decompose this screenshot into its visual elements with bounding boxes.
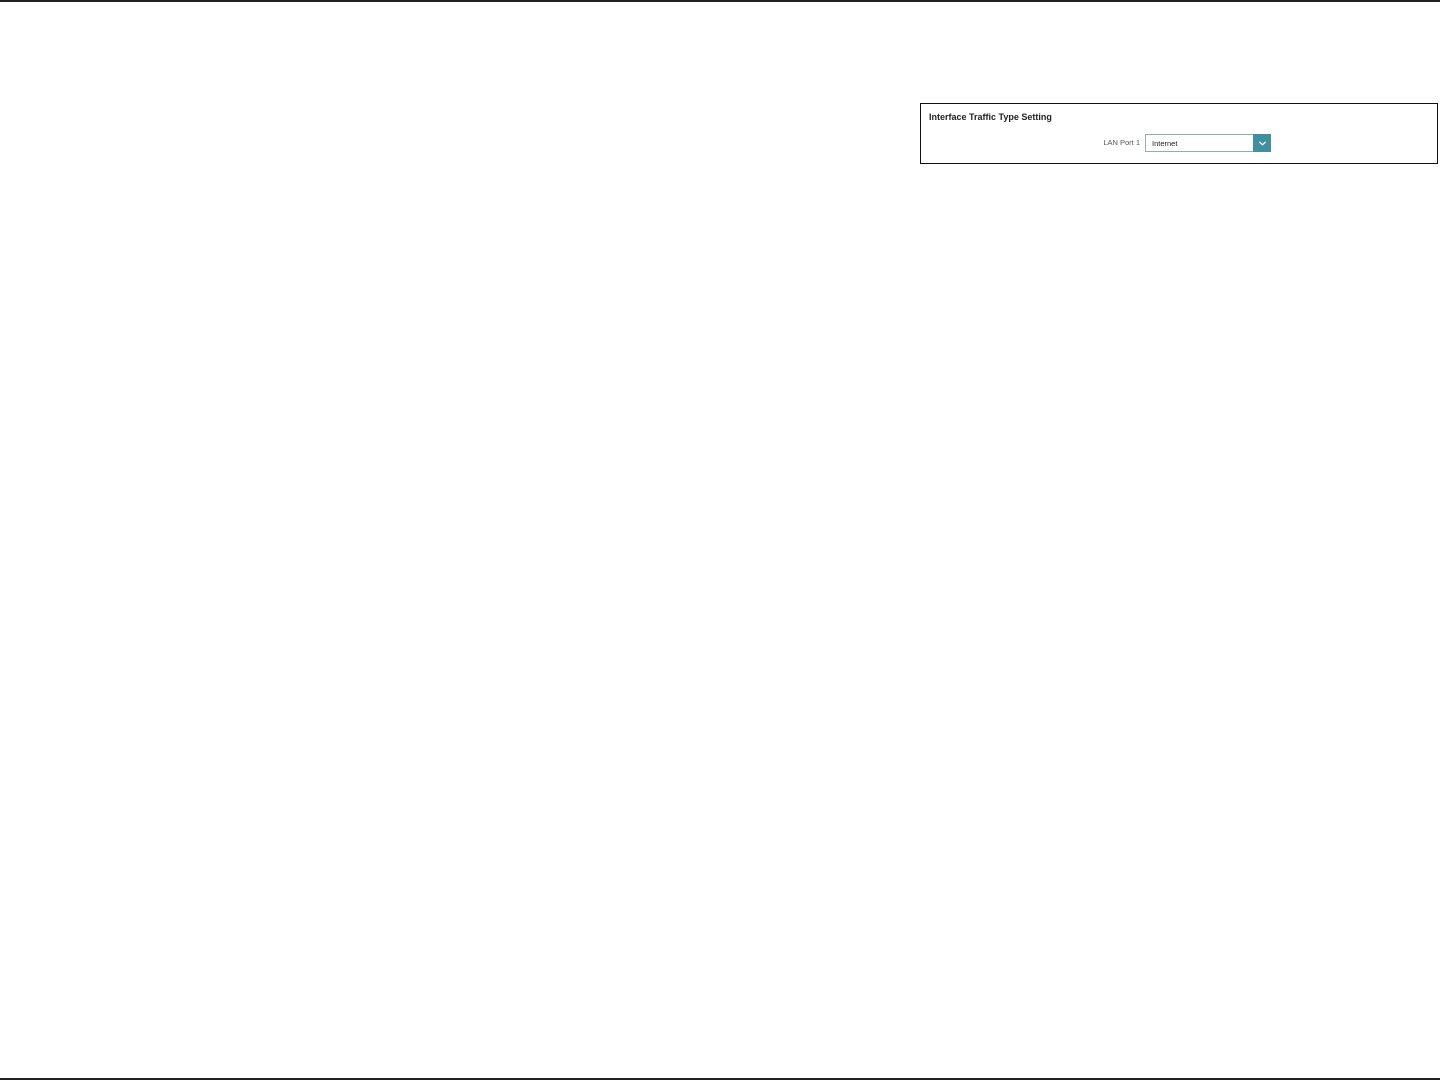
lan-port-1-label: LAN Port 1: [1103, 138, 1140, 147]
lan-port-1-selected-value: Internet: [1152, 139, 1178, 148]
chevron-down-icon[interactable]: [1253, 134, 1271, 152]
top-divider: [0, 0, 1440, 2]
panel-title: Interface Traffic Type Setting: [929, 112, 1052, 122]
lan-port-1-select[interactable]: Internet: [1145, 134, 1271, 152]
lan-port-1-row: LAN Port 1 Internet: [921, 134, 1437, 152]
interface-traffic-type-panel: Interface Traffic Type Setting LAN Port …: [920, 103, 1438, 164]
page: Interface Traffic Type Setting LAN Port …: [0, 0, 1440, 1081]
bottom-divider: [0, 1078, 1440, 1080]
